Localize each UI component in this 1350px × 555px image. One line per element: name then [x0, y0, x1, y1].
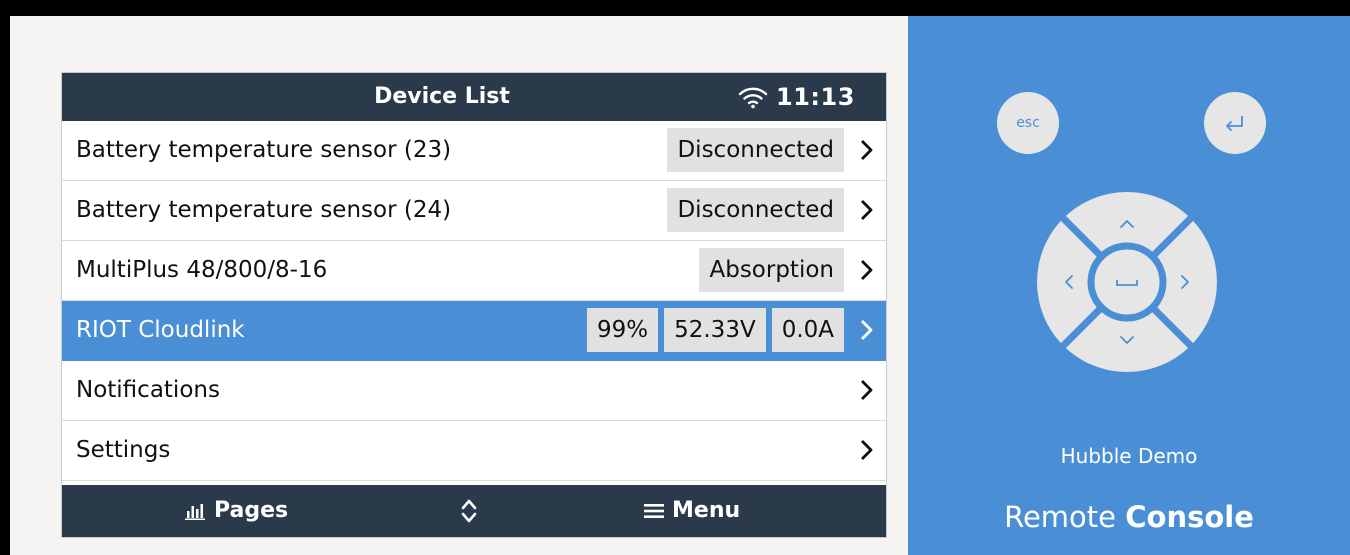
- chevron-right-icon: [861, 440, 873, 460]
- arrow-left-icon[interactable]: [1065, 275, 1073, 289]
- menu-label: Menu: [672, 498, 741, 523]
- list-item-values: Disconnected: [667, 128, 844, 172]
- list-item[interactable]: Notifications: [62, 361, 886, 421]
- menu-button[interactable]: Menu: [644, 485, 740, 537]
- value-badge: 52.33V: [664, 308, 766, 352]
- console-panel: Device List 11:13 Battery temperature se…: [10, 16, 908, 555]
- chevron-right-icon: [861, 200, 873, 220]
- list-item-label: Settings: [76, 437, 171, 463]
- remote-control-panel: esc Hubble Demo Remote Console: [908, 16, 1350, 555]
- device-screen: Device List 11:13 Battery temperature se…: [61, 72, 887, 538]
- bottom-bar: Pages Menu: [62, 485, 886, 537]
- up-down-icon[interactable]: [460, 498, 478, 524]
- value-badge: 99%: [586, 308, 659, 352]
- arrow-up-icon[interactable]: [1120, 220, 1134, 228]
- list-item-label: Notifications: [76, 377, 220, 403]
- list-item-label: MultiPlus 48/800/8-16: [76, 257, 328, 283]
- list-item-label: Battery temperature sensor (24): [76, 197, 452, 223]
- chevron-right-icon: [861, 140, 873, 160]
- direction-pad: [1037, 192, 1217, 372]
- brand-light: Remote: [1004, 500, 1117, 534]
- list-item-label: RIOT Cloudlink: [76, 317, 245, 343]
- arrow-down-icon[interactable]: [1120, 336, 1134, 344]
- list-item-values: Absorption: [699, 248, 844, 292]
- pages-label: Pages: [214, 498, 289, 523]
- brand-title: Remote Console: [908, 500, 1350, 534]
- list-item[interactable]: MultiPlus 48/800/8-16 Absorption: [62, 241, 886, 301]
- bar-chart-icon: [185, 504, 205, 520]
- brand-bold: Console: [1125, 500, 1254, 534]
- list-item-values: Disconnected: [667, 188, 844, 232]
- top-bar: Device List 11:13: [62, 73, 886, 121]
- value-badge: Disconnected: [667, 128, 844, 172]
- chevron-right-icon: [861, 380, 873, 400]
- esc-button[interactable]: esc: [997, 92, 1059, 154]
- value-badge: Absorption: [699, 248, 844, 292]
- value-badge: Disconnected: [667, 188, 844, 232]
- space-button[interactable]: [1087, 242, 1167, 322]
- list-item[interactable]: Settings: [62, 421, 886, 481]
- esc-label: esc: [1016, 115, 1040, 131]
- window-frame: Device List 11:13 Battery temperature se…: [0, 0, 1350, 555]
- clock: 11:13: [776, 83, 855, 111]
- pages-button[interactable]: Pages: [184, 485, 288, 537]
- page-title-text: Device List: [374, 84, 510, 109]
- list-item-label: Battery temperature sensor (23): [76, 137, 452, 163]
- enter-icon: [1226, 116, 1243, 131]
- arrow-right-icon[interactable]: [1181, 275, 1189, 289]
- enter-button[interactable]: [1204, 92, 1266, 154]
- chevron-right-icon: [861, 260, 873, 280]
- list-item-values: 99% 52.33V 0.0A: [586, 308, 844, 352]
- list-item[interactable]: Battery temperature sensor (24) Disconnec…: [62, 181, 886, 241]
- wifi-icon: [738, 87, 768, 109]
- value-badge: 0.0A: [771, 308, 844, 352]
- chevron-right-icon: [861, 320, 873, 340]
- device-name: Hubble Demo: [1060, 444, 1198, 468]
- list-item[interactable]: Battery temperature sensor (23) Disconnec…: [62, 121, 886, 181]
- list-item[interactable]: RIOT Cloudlink 99% 52.33V 0.0A: [62, 301, 886, 361]
- hamburger-icon: [644, 504, 664, 518]
